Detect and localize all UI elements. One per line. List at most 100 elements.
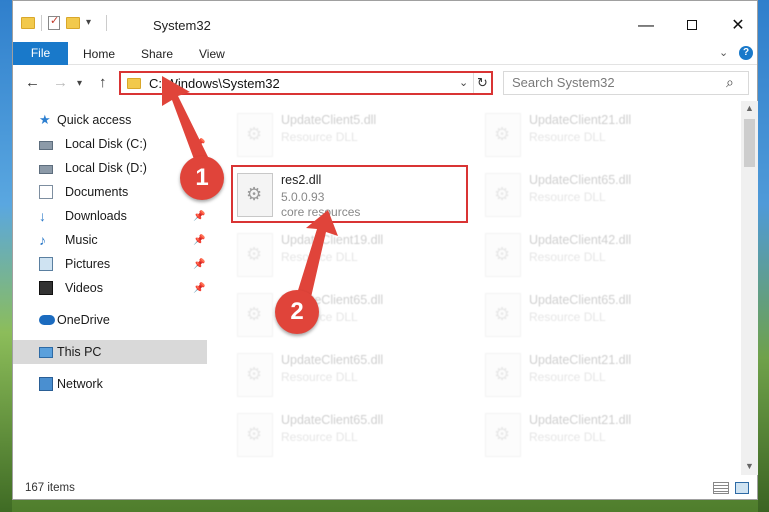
nav-item-quick-access[interactable]: ★ Quick access (13, 108, 207, 132)
dll-file-icon (237, 353, 273, 397)
dll-file-icon (237, 173, 273, 217)
computer-icon (39, 346, 53, 358)
tab-view[interactable]: View (199, 47, 225, 61)
nav-item-label: Local Disk (D:) (65, 161, 147, 175)
divider (41, 15, 42, 31)
nav-item-label: Quick access (57, 113, 132, 127)
nav-item-documents[interactable]: Documents (13, 180, 207, 204)
file-item[interactable]: UpdateClient42.dll Resource DLL (479, 227, 719, 283)
details-view-icon[interactable] (713, 482, 729, 494)
file-name: UpdateClient21.dll (529, 353, 632, 367)
divider (106, 15, 107, 31)
file-explorer-window: ▾ System32 — ✕ File Home Share View ⌄ ? … (12, 0, 758, 500)
address-bar[interactable]: C:\Windows\System32 ⌄ ↻ (119, 71, 493, 95)
large-icons-view-icon[interactable] (735, 482, 749, 494)
nav-item-local-disk-d[interactable]: Local Disk (D:) (13, 156, 207, 180)
folder-icon (127, 78, 141, 89)
search-box[interactable]: ⌕ (503, 71, 749, 95)
customize-toolbar-icon[interactable]: ▾ (86, 17, 100, 29)
navigation-pane: ★ Quick access Local Disk (C:) 📌 Local D… (13, 101, 207, 475)
nav-item-label: Local Disk (C:) (65, 137, 147, 151)
drive-icon (39, 141, 53, 150)
file-item[interactable]: UpdateClient5.dll Resource DLL (231, 107, 471, 163)
file-item[interactable]: UpdateClient21.dll Resource DLL (479, 407, 719, 463)
nav-item-music[interactable]: ♪ Music 📌 (13, 228, 207, 252)
up-button[interactable]: ↑ (99, 74, 107, 91)
nav-item-downloads[interactable]: ↓ Downloads 📌 (13, 204, 207, 228)
title-bar: ▾ System32 — ✕ (13, 1, 757, 41)
item-count: 167 items (25, 482, 75, 494)
file-name: UpdateClient65.dll (529, 173, 632, 187)
nav-item-this-pc[interactable]: This PC (13, 340, 207, 364)
file-name: UpdateClient65.dll (281, 353, 384, 367)
navigation-bar: ← → ▾ ↑ C:\Windows\System32 ⌄ ↻ ⌕ (13, 65, 757, 101)
file-item[interactable]: UpdateClient21.dll Resource DLL (479, 107, 719, 163)
music-icon: ♪ (39, 232, 46, 248)
dll-file-icon (237, 113, 273, 157)
tab-file[interactable]: File (13, 42, 68, 65)
file-item-res2[interactable]: res2.dll 5.0.0.93 core resources (231, 167, 471, 223)
desktop-background-right (758, 0, 769, 512)
back-button[interactable]: ← (25, 74, 40, 91)
tab-home[interactable]: Home (83, 47, 115, 61)
ribbon-tabs: File Home Share View ⌄ ? (13, 41, 757, 65)
drive-icon (39, 165, 53, 174)
file-item[interactable]: UpdateClient65.dll Resource DLL (479, 167, 719, 223)
desktop-background-left (0, 0, 12, 512)
new-folder-icon[interactable] (66, 17, 80, 29)
nav-item-onedrive[interactable]: OneDrive (13, 308, 207, 332)
nav-item-videos[interactable]: Videos 📌 (13, 276, 207, 300)
file-item[interactable]: UpdateClient19.dll Resource DLL (231, 227, 471, 283)
recent-locations-chevron-icon[interactable]: ▾ (77, 78, 82, 89)
file-item[interactable]: UpdateClient65.dll Resource DLL (231, 287, 471, 343)
nav-item-label: This PC (57, 345, 102, 359)
dll-file-icon (485, 293, 521, 337)
file-name: UpdateClient65.dll (281, 413, 384, 427)
dll-file-icon (485, 173, 521, 217)
window-title: System32 (153, 18, 211, 33)
file-item[interactable]: UpdateClient65.dll Resource DLL (479, 287, 719, 343)
pin-icon: 📌 (193, 210, 206, 222)
step-badge-1: 1 (180, 156, 224, 200)
refresh-button[interactable]: ↻ (473, 73, 491, 93)
scroll-up-icon[interactable]: ▲ (745, 103, 754, 113)
tab-share[interactable]: Share (141, 47, 173, 61)
search-icon[interactable]: ⌕ (726, 74, 734, 91)
search-input[interactable] (512, 75, 712, 90)
maximize-button[interactable] (669, 11, 715, 41)
file-type: Resource DLL (281, 370, 358, 384)
close-button[interactable]: ✕ (715, 11, 761, 41)
nav-item-local-disk-c[interactable]: Local Disk (C:) 📌 (13, 132, 207, 156)
nav-item-network[interactable]: Network (13, 372, 207, 396)
nav-item-pictures[interactable]: Pictures 📌 (13, 252, 207, 276)
file-name: UpdateClient5.dll (281, 113, 377, 127)
nav-item-label: Music (65, 233, 98, 247)
download-icon: ↓ (39, 208, 46, 224)
vertical-scrollbar[interactable]: ▲ ▼ (741, 101, 758, 475)
dll-file-icon (485, 233, 521, 277)
scrollbar-thumb[interactable] (744, 119, 755, 167)
properties-icon[interactable] (48, 14, 60, 30)
file-type: Resource DLL (529, 250, 606, 264)
help-icon[interactable]: ? (739, 46, 753, 60)
dll-file-icon (485, 413, 521, 457)
expand-ribbon-chevron-icon[interactable]: ⌄ (719, 46, 728, 59)
videos-icon (39, 281, 53, 295)
pin-icon: 📌 (193, 138, 206, 150)
nav-item-label: Downloads (65, 209, 127, 223)
scroll-down-icon[interactable]: ▼ (745, 461, 754, 471)
dll-file-icon (237, 413, 273, 457)
file-item[interactable]: UpdateClient65.dll Resource DLL (231, 347, 471, 403)
nav-item-label: OneDrive (57, 313, 110, 327)
file-item[interactable]: UpdateClient21.dll Resource DLL (479, 347, 719, 403)
address-dropdown-chevron-icon[interactable]: ⌄ (459, 76, 468, 89)
file-list: UpdateClient5.dll Resource DLL res2.dll … (231, 101, 741, 475)
nav-item-label: Pictures (65, 257, 111, 271)
file-name: UpdateClient65.dll (529, 293, 632, 307)
file-item[interactable]: UpdateClient65.dll Resource DLL (231, 407, 471, 463)
file-type: Resource DLL (529, 130, 606, 144)
documents-icon (39, 185, 53, 199)
minimize-button[interactable]: — (623, 11, 669, 41)
forward-button[interactable]: → (53, 74, 68, 91)
address-path[interactable]: C:\Windows\System32 (149, 76, 280, 91)
